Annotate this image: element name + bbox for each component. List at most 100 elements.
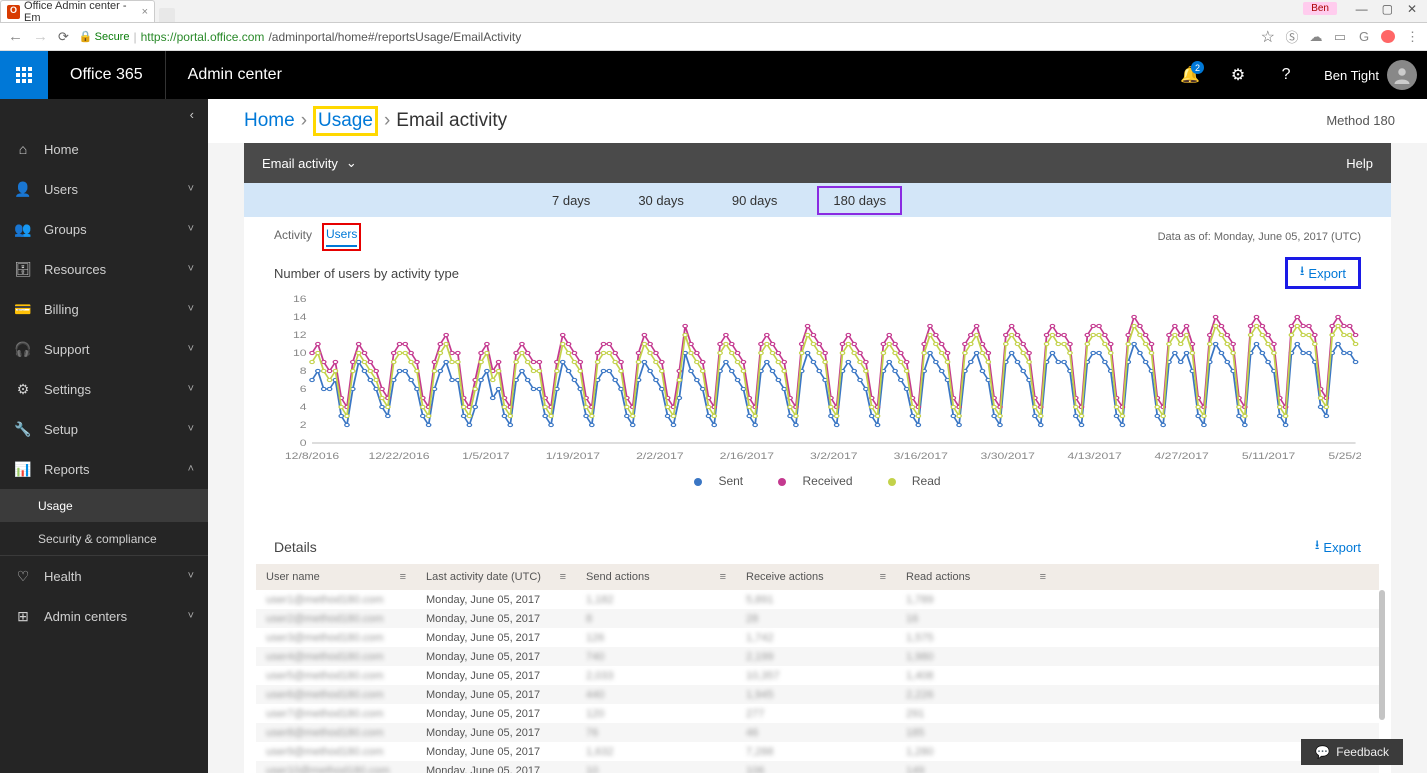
tab-activity[interactable]: Activity	[274, 228, 312, 246]
sidebar-icon: 💳	[14, 301, 32, 318]
sidebar-item-support[interactable]: 🎧Support˅	[0, 329, 208, 369]
table-row[interactable]: user7@method180.comMonday, June 05, 2017…	[256, 704, 1379, 723]
chrome-menu-icon[interactable]: ⋮	[1405, 29, 1419, 45]
svg-text:12: 12	[293, 330, 307, 340]
table-scrollbar[interactable]	[1379, 590, 1385, 720]
table-row[interactable]: user2@method180.comMonday, June 05, 2017…	[256, 609, 1379, 628]
chrome-profile-badge[interactable]: Ben	[1303, 2, 1337, 15]
breadcrumb-current: Email activity	[396, 110, 507, 132]
column-header[interactable]: Send actions≡	[576, 571, 736, 583]
sidebar-icon: 🔧	[14, 421, 32, 438]
chevron-down-icon: ˅	[188, 183, 194, 195]
url-path: /adminportal/home#/reportsUsage/EmailAct…	[268, 30, 521, 44]
svg-text:14: 14	[293, 312, 307, 322]
chevron-up-icon: ˄	[188, 463, 194, 475]
svg-text:5/25/2017: 5/25/2017	[1328, 451, 1361, 461]
download-icon: ⭳	[1300, 262, 1305, 284]
column-header[interactable]: User name≡	[256, 571, 416, 583]
sidebar-item-setup[interactable]: 🔧Setup˅	[0, 409, 208, 449]
svg-text:12/22/2016: 12/22/2016	[368, 451, 429, 461]
forward-button[interactable]: →	[33, 28, 48, 45]
range-7days[interactable]: 7 days	[544, 191, 598, 210]
help-link[interactable]: Help	[1346, 156, 1373, 171]
table-row[interactable]: user9@method180.comMonday, June 05, 2017…	[256, 742, 1379, 761]
sidebar-item-resources[interactable]: 🗄Resources˅	[0, 249, 208, 289]
tab-title: Office Admin center - Em	[24, 0, 138, 24]
user-name: Ben Tight	[1324, 68, 1379, 83]
ext-msg-icon[interactable]: ▭	[1333, 29, 1347, 45]
reload-button[interactable]: ⟳	[58, 29, 69, 45]
tab-close-icon[interactable]: ×	[142, 6, 148, 18]
sidebar-item-users[interactable]: 👤Users˅	[0, 169, 208, 209]
sidebar-icon: 🗄	[14, 261, 32, 278]
sidebar-item-health[interactable]: ♡Health˅	[0, 556, 208, 596]
url-field[interactable]: 🔒 Secure | https://portal.office.com/adm…	[79, 30, 1251, 44]
chevron-down-icon: ˅	[188, 423, 194, 435]
sidebar-item-settings[interactable]: ⚙Settings˅	[0, 369, 208, 409]
sidebar-item-billing[interactable]: 💳Billing˅	[0, 289, 208, 329]
ext-skype-icon[interactable]: Ⓢ	[1285, 27, 1299, 46]
sidebar-icon: 🎧	[14, 341, 32, 358]
notifications-button[interactable]: 🔔 2	[1166, 51, 1214, 99]
sidebar-icon: ⌂	[14, 141, 32, 157]
help-button[interactable]: ?	[1262, 51, 1310, 99]
notification-count: 2	[1191, 61, 1204, 74]
range-90days[interactable]: 90 days	[724, 191, 786, 210]
svg-text:4/13/2017: 4/13/2017	[1068, 451, 1122, 461]
app-launcher[interactable]	[0, 51, 48, 99]
ext-chat-icon[interactable]: ☁	[1309, 29, 1323, 45]
svg-text:2/2/2017: 2/2/2017	[636, 451, 684, 461]
minimize-icon[interactable]: —	[1356, 2, 1368, 16]
url-host: https://portal.office.com	[141, 30, 265, 44]
feedback-button[interactable]: 💬 Feedback	[1301, 739, 1403, 765]
range-30days[interactable]: 30 days	[630, 191, 692, 210]
column-menu-icon[interactable]: ≡	[1040, 571, 1046, 583]
browser-tab[interactable]: Office Admin center - Em ×	[0, 0, 155, 22]
sidebar-item-home[interactable]: ⌂Home	[0, 129, 208, 169]
sidebar-collapse[interactable]: ‹	[0, 99, 208, 129]
ext-adblock-icon[interactable]	[1381, 30, 1395, 43]
column-menu-icon[interactable]: ≡	[400, 571, 406, 583]
question-icon: ?	[1282, 66, 1291, 84]
sidebar-item-groups[interactable]: 👥Groups˅	[0, 209, 208, 249]
chevron-left-icon: ‹	[190, 107, 194, 122]
user-menu[interactable]: Ben Tight	[1310, 60, 1427, 90]
breadcrumb-usage[interactable]: Usage	[313, 106, 378, 136]
ext-g-icon[interactable]: G	[1357, 29, 1371, 44]
table-row[interactable]: user10@method180.comMonday, June 05, 201…	[256, 761, 1379, 773]
back-button[interactable]: ←	[8, 28, 23, 45]
column-header[interactable]: Read actions≡	[896, 571, 1056, 583]
table-row[interactable]: user6@method180.comMonday, June 05, 2017…	[256, 685, 1379, 704]
new-tab-button[interactable]	[159, 8, 175, 22]
table-row[interactable]: user5@method180.comMonday, June 05, 2017…	[256, 666, 1379, 685]
table-row[interactable]: user4@method180.comMonday, June 05, 2017…	[256, 647, 1379, 666]
svg-text:2/16/2017: 2/16/2017	[720, 451, 774, 461]
maximize-icon[interactable]: ▢	[1382, 2, 1393, 16]
export-chart-button[interactable]: ⭳ Export	[1285, 257, 1361, 289]
column-menu-icon[interactable]: ≡	[880, 571, 886, 583]
breadcrumb-home[interactable]: Home	[244, 110, 295, 132]
sidebar-sub-usage[interactable]: Usage	[0, 489, 208, 522]
range-180days[interactable]: 180 days	[817, 186, 902, 215]
settings-button[interactable]: ⚙	[1214, 51, 1262, 99]
table-row[interactable]: user3@method180.comMonday, June 05, 2017…	[256, 628, 1379, 647]
sidebar-sub-security-compliance[interactable]: Security & compliance	[0, 522, 208, 555]
column-header[interactable]: Last activity date (UTC)≡	[416, 571, 576, 583]
sidebar-item-reports[interactable]: 📊Reports˄	[0, 449, 208, 489]
close-window-icon[interactable]: ✕	[1407, 2, 1417, 16]
bookmark-star-icon[interactable]: ☆	[1261, 27, 1275, 47]
tab-users[interactable]: Users	[326, 227, 357, 247]
window-controls: — ▢ ✕	[1350, 0, 1423, 18]
export-details-button[interactable]: ⭳ Export	[1315, 536, 1361, 558]
product-name[interactable]: Office 365	[48, 51, 166, 99]
column-header[interactable]: Receive actions≡	[736, 571, 896, 583]
table-row[interactable]: user1@method180.comMonday, June 05, 2017…	[256, 590, 1379, 609]
area-name: Admin center	[166, 66, 304, 84]
column-menu-icon[interactable]: ≡	[560, 571, 566, 583]
report-selector-label: Email activity	[262, 156, 338, 171]
report-selector[interactable]: Email activity ⌄	[262, 155, 357, 171]
column-menu-icon[interactable]: ≡	[720, 571, 726, 583]
sidebar-item-admin-centers[interactable]: ⊞Admin centers˅	[0, 596, 208, 636]
sidebar-icon: 👥	[14, 221, 32, 238]
table-row[interactable]: user8@method180.comMonday, June 05, 2017…	[256, 723, 1379, 742]
